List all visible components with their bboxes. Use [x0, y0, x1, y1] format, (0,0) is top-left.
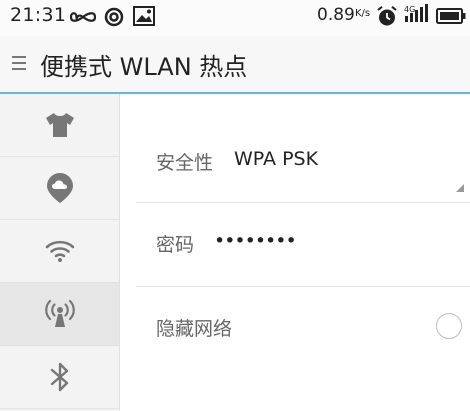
status-bar: 21:31 0.89 K/s 4G [0, 0, 470, 36]
security-row[interactable]: 安全性 WPA PSK [136, 120, 470, 203]
password-row[interactable]: 密码 •••••••• [136, 203, 470, 287]
security-value: WPA PSK [234, 148, 319, 170]
password-value: •••••••• [214, 230, 297, 252]
sidebar-item-hotspot[interactable] [0, 283, 119, 346]
password-label: 密码 [156, 234, 195, 256]
security-label: 安全性 [156, 152, 214, 174]
signal-4g-icon: 4G [404, 4, 430, 30]
svg-text:4G: 4G [404, 5, 415, 14]
hotspot-settings-panel: 安全性 WPA PSK 密码 •••••••• 隐藏网络 [120, 94, 470, 411]
sidebar-item-personalization[interactable] [0, 94, 119, 157]
network-speed-unit: K/s [355, 8, 371, 19]
sync-icon [104, 7, 124, 31]
wifi-icon [45, 239, 75, 263]
sidebar-item-bluetooth[interactable] [0, 346, 119, 409]
hidden-network-label: 隐藏网络 [156, 318, 233, 340]
title-bar: 便携式 WLAN 热点 [0, 36, 470, 94]
infinity-icon [69, 9, 97, 28]
settings-sidebar [0, 94, 120, 411]
sidebar-item-cloud[interactable] [0, 157, 119, 220]
hotspot-icon [43, 299, 77, 329]
alarm-icon [377, 6, 397, 31]
image-icon [133, 6, 155, 30]
status-time: 21:31 [10, 4, 67, 26]
battery-icon [436, 8, 466, 28]
network-speed: 0.89 [317, 5, 355, 25]
shirt-icon [44, 111, 76, 139]
hidden-network-row[interactable]: 隐藏网络 [136, 287, 470, 369]
menu-icon[interactable] [12, 56, 28, 72]
sidebar-item-wlan[interactable] [0, 220, 119, 283]
page-title: 便携式 WLAN 热点 [40, 53, 248, 81]
bluetooth-icon [49, 361, 71, 393]
cloud-location-icon [46, 172, 74, 204]
hidden-network-radio[interactable] [436, 313, 462, 339]
dropdown-arrow-icon [456, 184, 464, 192]
